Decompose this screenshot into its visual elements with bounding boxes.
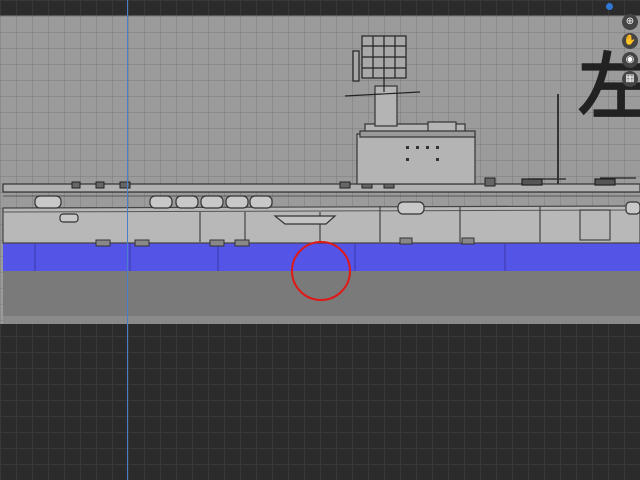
zoom-in-icon[interactable]: ⊕ [622, 14, 638, 30]
waterline-band [3, 243, 640, 271]
canvas-toolbar: ⊕ ✋ ◉ ▦ [622, 14, 640, 87]
sea-strip [3, 271, 640, 316]
hand-pan-icon[interactable]: ✋ [622, 33, 638, 49]
status-dot [606, 3, 613, 10]
vertical-guide-line[interactable] [127, 0, 128, 480]
camera-icon[interactable]: ◉ [622, 52, 638, 68]
grid-toggle-icon[interactable]: ▦ [622, 71, 638, 87]
ship-drawing [2, 35, 640, 324]
drawing-canvas[interactable]: 左 [0, 15, 640, 324]
island [356, 85, 476, 185]
